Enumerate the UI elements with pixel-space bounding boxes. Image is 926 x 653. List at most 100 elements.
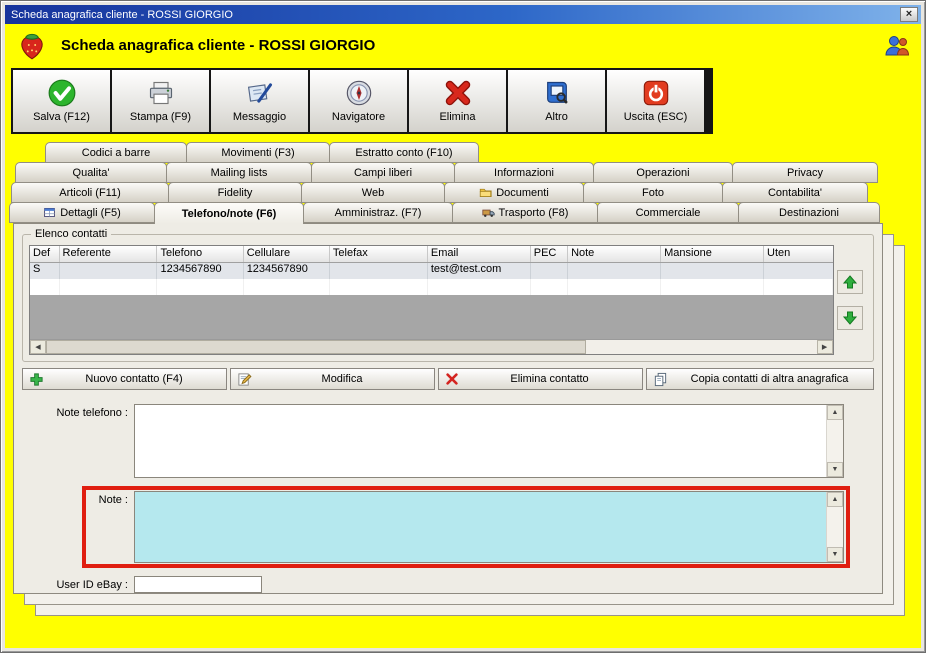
tab-estratto-conto[interactable]: Estratto conto (F10): [329, 142, 479, 163]
message-icon: [246, 79, 274, 107]
elimina-button[interactable]: Elimina: [409, 70, 506, 132]
note-highlight-box: Note : ▲ ▼: [82, 486, 850, 568]
book-search-icon: [543, 79, 571, 107]
scroll-right-icon: ▶: [821, 344, 828, 351]
salva-button[interactable]: Salva (F12): [13, 70, 110, 132]
tab-destinazioni[interactable]: Destinazioni: [738, 202, 880, 223]
tab-amministraz[interactable]: Amministraz. (F7): [303, 202, 453, 223]
save-check-icon: [48, 79, 76, 107]
copy-icon: [653, 372, 668, 387]
navigatore-button[interactable]: Navigatore: [310, 70, 407, 132]
tab-codici-a-barre[interactable]: Codici a barre: [45, 142, 187, 163]
table-row[interactable]: S 1234567890 1234567890 test@test.com: [30, 263, 833, 279]
note-telefono-field: ▲ ▼: [134, 404, 844, 478]
toolbar: Salva (F12) Stampa (F9) Messaggio Naviga…: [11, 68, 713, 134]
app-header: Scheda anagrafica cliente - ROSSI GIORGI…: [5, 24, 921, 66]
tab-documenti[interactable]: Documenti: [444, 182, 584, 203]
tab-campi-liberi[interactable]: Campi liberi: [311, 162, 455, 183]
column-header[interactable]: Telefono: [157, 246, 244, 262]
page-title: Scheda anagrafica cliente - ROSSI GIORGI…: [61, 36, 376, 54]
table-row-empty[interactable]: [30, 279, 833, 295]
hscroll-track[interactable]: [586, 340, 817, 354]
move-up-button[interactable]: [837, 270, 864, 294]
row-reorder-controls: [834, 245, 867, 355]
groupbox-legend: Elenco contatti: [31, 228, 112, 240]
scroll-down-button[interactable]: ▼: [827, 462, 843, 477]
modifica-button[interactable]: Modifica: [230, 368, 436, 390]
tab-fidelity[interactable]: Fidelity: [168, 182, 302, 203]
note-telefono-textarea[interactable]: [135, 405, 826, 477]
details-icon: [43, 206, 56, 219]
tab-foto[interactable]: Foto: [583, 182, 723, 203]
scroll-down-button[interactable]: ▼: [827, 547, 843, 562]
column-header[interactable]: PEC: [531, 246, 569, 262]
messaggio-button[interactable]: Messaggio: [211, 70, 308, 132]
uscita-button[interactable]: Uscita (ESC): [607, 70, 704, 132]
strawberry-logo-icon: [15, 28, 49, 62]
window-title: Scheda anagrafica cliente - ROSSI GIORGI…: [11, 8, 233, 21]
tab-mailing-lists[interactable]: Mailing lists: [166, 162, 312, 183]
scroll-right-button[interactable]: ▶: [816, 340, 833, 354]
tab-operazioni[interactable]: Operazioni: [593, 162, 733, 183]
delete-x-icon: [444, 79, 472, 107]
column-header[interactable]: Cellulare: [244, 246, 330, 262]
elenco-contatti-groupbox: Elenco contatti Def Referente Telefono C…: [22, 228, 874, 362]
table-hscrollbar[interactable]: ◀ ▶: [30, 339, 833, 354]
titlebar: Scheda anagrafica cliente - ROSSI GIORGI…: [5, 5, 921, 24]
column-header[interactable]: Note: [568, 246, 662, 262]
compass-icon: [345, 79, 373, 107]
note-textarea[interactable]: [135, 492, 826, 562]
table-empty-area: [30, 295, 833, 339]
tab-informazioni[interactable]: Informazioni: [454, 162, 594, 183]
stampa-button[interactable]: Stampa (F9): [112, 70, 209, 132]
close-icon: ×: [905, 8, 913, 20]
tab-commerciale[interactable]: Commerciale: [597, 202, 739, 223]
tab-qualita[interactable]: Qualita': [15, 162, 167, 183]
plus-icon: [29, 372, 44, 387]
contact-actions: Nuovo contatto (F4) Modifica Elimina con…: [22, 368, 874, 390]
note-vscrollbar[interactable]: ▲ ▼: [826, 492, 843, 562]
tab-dettagli[interactable]: Dettagli (F5): [9, 202, 155, 223]
column-header[interactable]: Referente: [60, 246, 158, 262]
green-down-arrow-icon: [842, 310, 858, 326]
tab-articoli[interactable]: Articoli (F11): [11, 182, 169, 203]
elimina-contatto-button[interactable]: Elimina contatto: [438, 368, 644, 390]
folder-icon: [479, 186, 492, 199]
close-button[interactable]: ×: [900, 7, 918, 22]
tab-strip: Codici a barre Movimenti (F3) Estratto c…: [7, 142, 921, 224]
move-down-button[interactable]: [837, 306, 864, 330]
column-header[interactable]: Telefax: [330, 246, 428, 262]
copia-contatti-button[interactable]: Copia contatti di altra anagrafica: [646, 368, 874, 390]
delete-x-icon: [445, 372, 459, 386]
scroll-down-icon: ▼: [831, 551, 839, 558]
scroll-up-button[interactable]: ▲: [827, 405, 843, 420]
nuovo-contatto-button[interactable]: Nuovo contatto (F4): [22, 368, 228, 390]
app-window: Scheda anagrafica cliente - ROSSI GIORGI…: [0, 0, 926, 653]
ebay-row: User ID eBay :: [22, 576, 874, 593]
scroll-left-button[interactable]: ◀: [30, 340, 46, 354]
tab-privacy[interactable]: Privacy: [732, 162, 878, 183]
contacts-table: Def Referente Telefono Cellulare Telefax…: [29, 245, 834, 355]
edit-icon: [237, 372, 252, 387]
tab-telefono-note[interactable]: Telefono/note (F6): [154, 202, 304, 224]
column-header[interactable]: Email: [428, 246, 531, 262]
power-icon: [642, 79, 670, 107]
altro-button[interactable]: Altro: [508, 70, 605, 132]
column-header[interactable]: Mansione: [661, 246, 764, 262]
scroll-up-icon: ▲: [831, 496, 839, 503]
hscroll-thumb[interactable]: [46, 340, 586, 354]
tab-contabilita[interactable]: Contabilita': [722, 182, 868, 203]
scroll-up-button[interactable]: ▲: [827, 492, 843, 507]
tab-web[interactable]: Web: [301, 182, 445, 203]
note-telefono-vscrollbar[interactable]: ▲ ▼: [826, 405, 843, 477]
tab-movimenti[interactable]: Movimenti (F3): [186, 142, 330, 163]
users-icon[interactable]: [883, 33, 911, 57]
tab-trasporto[interactable]: Trasporto (F8): [452, 202, 598, 223]
ebay-label: User ID eBay :: [56, 579, 128, 591]
ebay-user-id-input[interactable]: [134, 576, 262, 593]
column-header[interactable]: Uten: [764, 246, 833, 262]
column-header[interactable]: Def: [30, 246, 60, 262]
panel-stack: Elenco contatti Def Referente Telefono C…: [13, 223, 921, 616]
table-header-row: Def Referente Telefono Cellulare Telefax…: [30, 246, 833, 263]
truck-icon: [481, 206, 495, 219]
